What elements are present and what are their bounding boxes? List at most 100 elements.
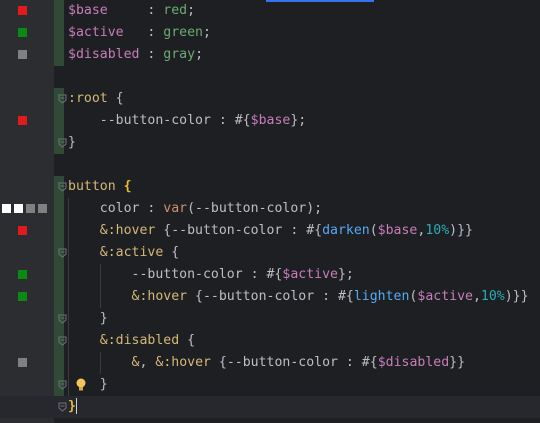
code-token: red [163, 3, 188, 18]
color-swatch-icon[interactable] [38, 204, 47, 213]
code-token: $base [250, 113, 291, 128]
code-token: button [68, 179, 116, 194]
code-token: :root [68, 91, 108, 106]
color-swatch-icon[interactable] [18, 292, 27, 301]
code-text[interactable]: --button-color : #{$base}; [68, 110, 306, 132]
code-token: )}} [449, 223, 473, 238]
code-line[interactable]: :root { [0, 88, 540, 110]
code-text[interactable]: } [68, 308, 108, 330]
code-token: $active [282, 267, 338, 282]
code-text[interactable]: } [68, 374, 108, 396]
color-swatch-icon[interactable] [18, 28, 27, 37]
fold-arrow-icon[interactable] [58, 138, 67, 148]
lightbulb-icon[interactable] [76, 378, 86, 392]
code-text[interactable]: &:active { [68, 242, 179, 264]
code-text[interactable]: &, &:hover {--button-color : #{$disabled… [68, 352, 466, 374]
code-text[interactable]: $base : red; [68, 0, 195, 22]
fold-arrow-icon[interactable] [58, 402, 67, 412]
code-text[interactable]: color : var(--button-color); [68, 198, 322, 220]
fold-arrow-icon[interactable] [58, 314, 67, 324]
code-token: { [163, 245, 180, 260]
code-token: lighten [353, 289, 410, 304]
color-swatch-icon[interactable] [18, 116, 27, 125]
code-token: ; [202, 25, 211, 40]
code-token: &:hover [131, 289, 188, 304]
color-swatch-icon[interactable] [18, 50, 27, 59]
code-line[interactable]: &:hover {--button-color : #{lighten($act… [0, 286, 540, 308]
color-swatch-icon[interactable] [18, 226, 27, 235]
code-token: } [68, 135, 76, 150]
code-text[interactable]: :root { [68, 88, 124, 110]
code-line[interactable]: } [0, 374, 540, 396]
code-token: &:hover [99, 223, 156, 238]
code-line[interactable]: &:disabled { [0, 330, 540, 352]
code-line[interactable]: &, &:hover {--button-color : #{$disabled… [0, 352, 540, 374]
code-line[interactable] [0, 66, 540, 88]
code-line[interactable]: button { [0, 176, 540, 198]
code-token: } [68, 377, 108, 392]
code-line[interactable]: --button-color : #{$active}; [0, 264, 540, 286]
code-token: , [139, 355, 156, 370]
code-text[interactable]: $active : green; [68, 22, 211, 44]
color-swatch-icon[interactable] [14, 204, 23, 213]
code-token: : [139, 47, 164, 62]
code-line[interactable]: &:hover {--button-color : #{darken($base… [0, 220, 540, 242]
code-line[interactable]: &:active { [0, 242, 540, 264]
code-token: var [163, 201, 188, 216]
color-swatch-icon[interactable] [2, 204, 11, 213]
code-line[interactable]: } [0, 396, 540, 418]
code-token: { [123, 179, 132, 194]
code-text[interactable]: &:disabled { [68, 330, 195, 352]
code-text[interactable]: &:hover {--button-color : #{lighten($act… [68, 286, 529, 308]
color-swatch-icon[interactable] [26, 204, 35, 213]
code-token: }; [290, 113, 307, 128]
code-token: { [179, 333, 196, 348]
code-line[interactable]: $base : red; [0, 0, 540, 22]
code-token: $base [377, 223, 418, 238]
code-line[interactable]: --button-color : #{$base}; [0, 110, 540, 132]
code-line[interactable]: $active : green; [0, 22, 540, 44]
code-token: (--button-color); [187, 201, 323, 216]
code-line[interactable]: color : var(--button-color); [0, 198, 540, 220]
code-token: ; [195, 47, 204, 62]
code-token: ( [369, 223, 378, 238]
code-token: $disabled [377, 355, 450, 370]
code-text[interactable]: button { [68, 176, 132, 198]
code-token: ; [187, 3, 196, 18]
code-token: darken [322, 223, 370, 238]
code-token: gray [163, 47, 196, 62]
code-token: } [68, 399, 76, 414]
code-token: {--button-color : #{ [187, 289, 354, 304]
code-token: --button-color : #{ [68, 267, 283, 282]
color-swatch-icon[interactable] [18, 6, 27, 15]
code-text[interactable]: } [68, 396, 77, 418]
code-line[interactable]: } [0, 308, 540, 330]
code-text[interactable]: } [68, 132, 76, 154]
code-token: } [68, 311, 108, 326]
code-token: $active [68, 25, 124, 40]
code-token: }; [337, 267, 354, 282]
code-editor[interactable]: $base : red; $active : green; $disabled : … [0, 0, 540, 423]
code-token: $active [417, 289, 473, 304]
text-cursor [75, 398, 77, 414]
fold-arrow-icon[interactable] [58, 94, 67, 104]
code-token: $disabled [68, 47, 140, 62]
color-swatch-icon[interactable] [18, 358, 27, 367]
code-token: }} [449, 355, 466, 370]
color-swatch-icon[interactable] [18, 270, 27, 279]
code-line[interactable]: $disabled : gray; [0, 44, 540, 66]
code-text[interactable]: --button-color : #{$active}; [68, 264, 354, 286]
code-line[interactable]: } [0, 132, 540, 154]
fold-arrow-icon[interactable] [58, 336, 67, 346]
fold-arrow-icon[interactable] [58, 380, 67, 390]
fold-arrow-icon[interactable] [58, 248, 67, 258]
code-text[interactable]: &:hover {--button-color : #{darken($base… [68, 220, 473, 242]
code-token: , [472, 289, 481, 304]
code-line[interactable] [0, 154, 540, 176]
code-text[interactable]: $disabled : gray; [68, 44, 203, 66]
fold-arrow-icon[interactable] [58, 182, 67, 192]
